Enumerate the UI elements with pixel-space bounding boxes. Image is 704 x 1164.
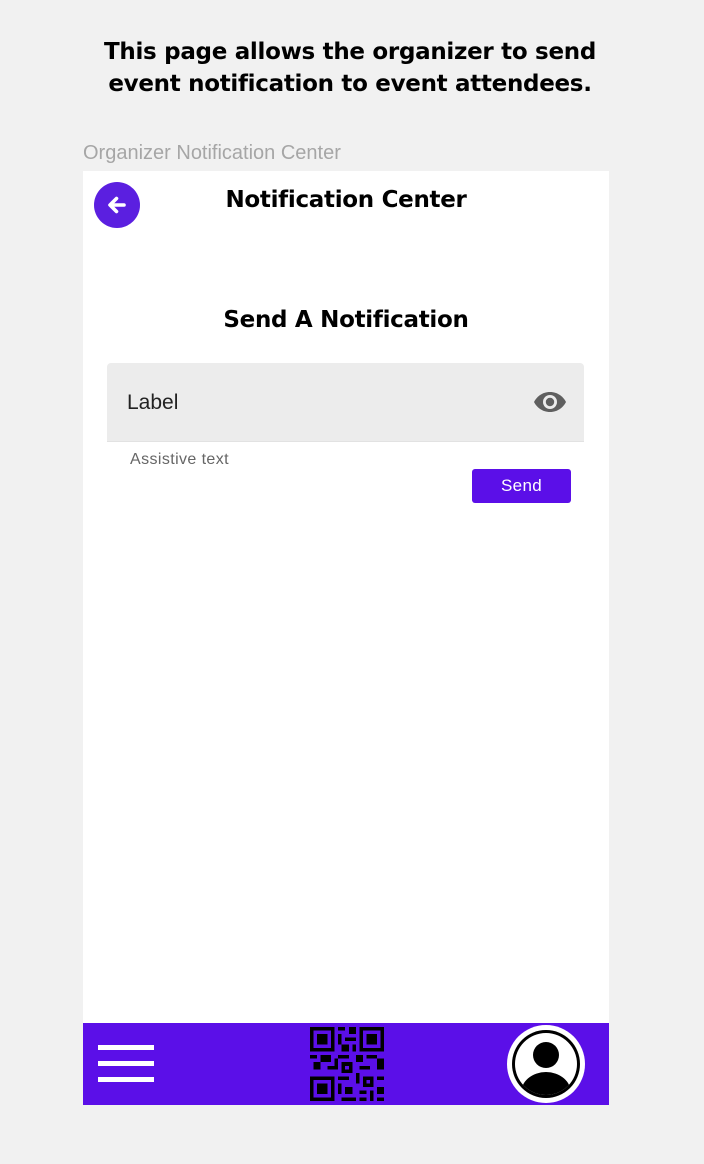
visibility-toggle-button[interactable] <box>532 387 568 417</box>
qr-code-icon[interactable] <box>310 1027 384 1101</box>
send-button[interactable]: Send <box>472 469 571 503</box>
eye-icon <box>534 392 566 412</box>
phone-screen: Notification Center Send A Notification … <box>83 171 609 1105</box>
bottom-navigation-bar <box>83 1023 609 1105</box>
notification-text-field[interactable]: Label <box>107 363 584 442</box>
section-title: Send A Notification <box>223 307 469 333</box>
field-label: Label <box>127 391 179 414</box>
page-description: This page allows the organizer to send e… <box>60 36 640 100</box>
description-line-2: event notification to event attendees. <box>108 71 592 97</box>
frame-label: Organizer Notification Center <box>83 142 341 164</box>
page-title: Notification Center <box>225 187 467 213</box>
user-avatar-icon <box>512 1030 580 1098</box>
hamburger-menu-icon[interactable] <box>98 1045 154 1083</box>
profile-button[interactable] <box>507 1025 585 1103</box>
description-line-1: This page allows the organizer to send <box>104 39 596 65</box>
assistive-text: Assistive text <box>130 451 229 468</box>
